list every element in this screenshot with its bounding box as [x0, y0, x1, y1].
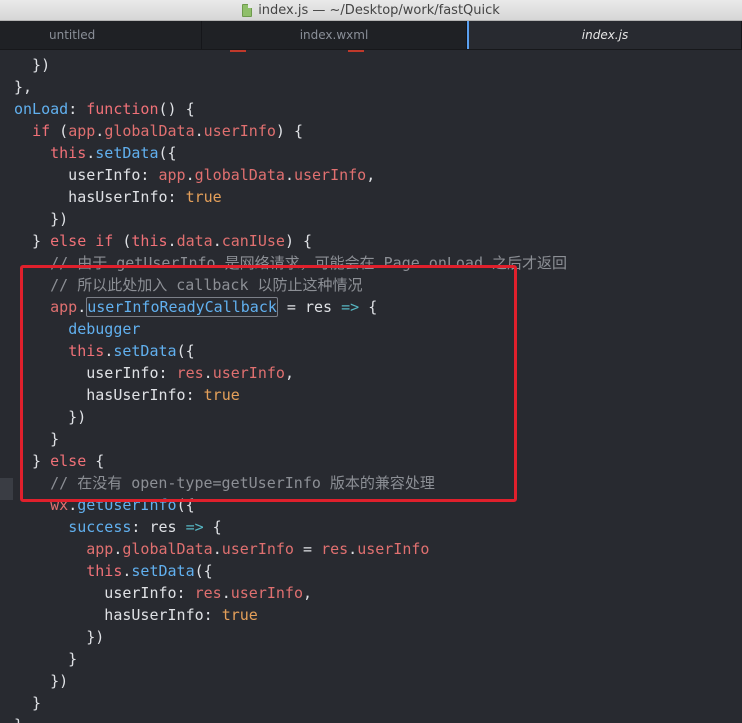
tab-label: index.wxml [299, 28, 369, 42]
code-line[interactable]: // 由于 getUserInfo 是网络请求，可能会在 Page.onLoad… [14, 252, 742, 274]
code-line[interactable]: } [14, 428, 742, 450]
code-line[interactable]: }) [14, 406, 742, 428]
code-line[interactable]: } [14, 692, 742, 714]
code-line[interactable]: } [14, 648, 742, 670]
code-line[interactable]: hasUserInfo: true [14, 604, 742, 626]
code-line[interactable]: }) [14, 54, 742, 76]
code-line[interactable]: }, [14, 76, 742, 98]
code-line[interactable]: userInfo: app.globalData.userInfo, [14, 164, 742, 186]
tab-label: untitled [49, 28, 96, 42]
code-line[interactable]: debugger [14, 318, 742, 340]
code-line[interactable]: onLoad: function() { [14, 98, 742, 120]
code-line[interactable]: }) [14, 208, 742, 230]
tab-index-js[interactable]: index.js [467, 21, 742, 49]
code-line[interactable]: success: res => { [14, 516, 742, 538]
code-line[interactable]: }) [14, 626, 742, 648]
tab-bar: untitled index.wxml index.js [0, 21, 742, 50]
code-line[interactable]: if (app.globalData.userInfo) { [14, 120, 742, 142]
window-title: index.js — ~/Desktop/work/fastQuick [258, 2, 500, 18]
code-line[interactable]: this.setData({ [14, 142, 742, 164]
code-line[interactable]: userInfo: res.userInfo, [14, 362, 742, 384]
code-line[interactable]: } [14, 714, 742, 723]
code-line[interactable]: } else { [14, 450, 742, 472]
tab-label: index.js [581, 28, 629, 42]
code-content[interactable]: })}, onLoad: function() { if (app.globalD… [14, 54, 742, 723]
code-line[interactable]: app.globalData.userInfo = res.userInfo [14, 538, 742, 560]
code-line[interactable]: hasUserInfo: true [14, 384, 742, 406]
code-line[interactable]: wx.getUserInfo({ [14, 494, 742, 516]
code-line[interactable]: userInfo: res.userInfo, [14, 582, 742, 604]
code-line[interactable]: }) [14, 670, 742, 692]
code-line[interactable]: // 在没有 open-type=getUserInfo 版本的兼容处理 [14, 472, 742, 494]
code-line[interactable]: } else if (this.data.canIUse) { [14, 230, 742, 252]
code-line[interactable]: this.setData({ [14, 560, 742, 582]
window-titlebar: index.js — ~/Desktop/work/fastQuick [0, 0, 742, 21]
code-line[interactable]: // 所以此处加入 callback 以防止这种情况 [14, 274, 742, 296]
tab-untitled[interactable]: untitled [0, 21, 202, 49]
js-file-icon [242, 3, 253, 17]
code-line[interactable]: this.setData({ [14, 340, 742, 362]
code-line[interactable]: hasUserInfo: true [14, 186, 742, 208]
code-line[interactable]: app.userInfoReadyCallback = res => { [14, 296, 742, 318]
code-editor[interactable]: })}, onLoad: function() { if (app.globalD… [0, 50, 742, 723]
current-line-gutter-marker [0, 478, 13, 500]
tab-index-wxml[interactable]: index.wxml [202, 21, 467, 49]
